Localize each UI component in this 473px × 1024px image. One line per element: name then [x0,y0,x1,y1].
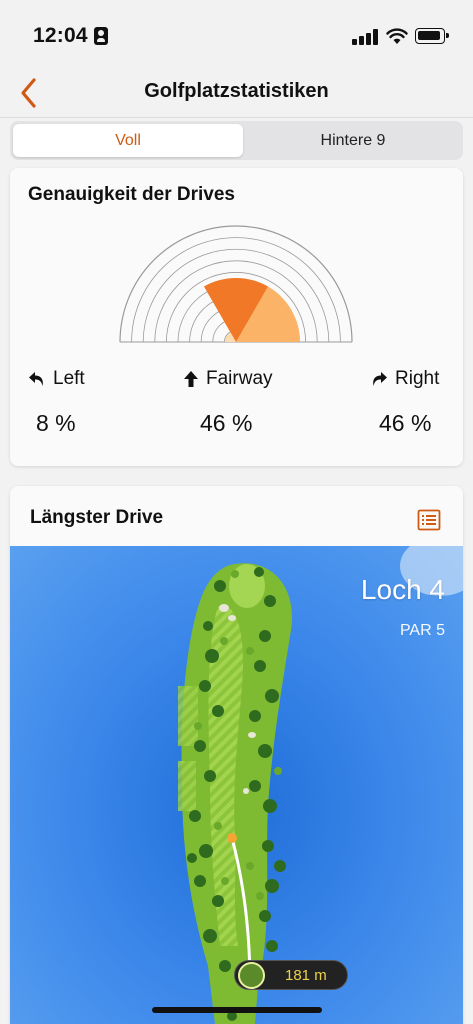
arrow-turn-right-icon [373,372,387,386]
contact-card-icon [94,27,108,45]
stat-left-label: Left [53,368,85,389]
stat-fairway: Fairway 46 % [183,368,323,437]
cellular-signal-icon [352,29,378,45]
hole-map[interactable]: Loch 4 PAR 5 181 m [10,546,463,1024]
page-title: Golfplatzstatistiken [144,80,329,102]
status-bar: 12:04 [0,0,473,70]
ball-position-icon [238,962,265,989]
stat-left-value: 8 % [36,410,76,436]
home-indicator [152,1007,322,1013]
stat-right-label: Right [395,368,440,389]
list-icon[interactable] [417,508,441,532]
arrow-up-icon [184,371,198,387]
drive-accuracy-title: Genauigkeit der Drives [28,184,235,205]
longest-drive-card: Längster Drive Loch 4 PAR 5 181 m [10,486,463,1024]
tab-hintere-9[interactable]: Hintere 9 [246,124,460,157]
battery-icon [415,28,449,44]
hole-fairway-graphic [178,546,463,1024]
segmented-control: Voll Hintere 9 [10,121,463,160]
status-time: 12:04 [33,24,88,47]
longest-drive-title: Längster Drive [30,507,164,528]
drive-distance-badge: 181 m [234,960,348,990]
wifi-icon [386,28,408,44]
drive-accuracy-card: Genauigkeit der Drives Left 8 % Fairway … [10,168,463,466]
navigation-bar: Golfplatzstatistiken [0,70,473,118]
stat-left: Left 8 % [28,368,168,437]
drive-distance: 181 m [285,967,327,984]
stat-right-value: 46 % [379,410,432,436]
hole-par: PAR 5 [399,622,445,639]
drive-accuracy-gauge [119,225,353,343]
stat-fairway-value: 46 % [200,410,253,436]
stat-right: Right 46 % [370,368,450,437]
hole-number: Loch 4 [360,574,445,605]
arrow-turn-left-icon [29,372,43,386]
stat-fairway-label: Fairway [206,368,273,389]
tab-voll[interactable]: Voll [13,124,243,157]
